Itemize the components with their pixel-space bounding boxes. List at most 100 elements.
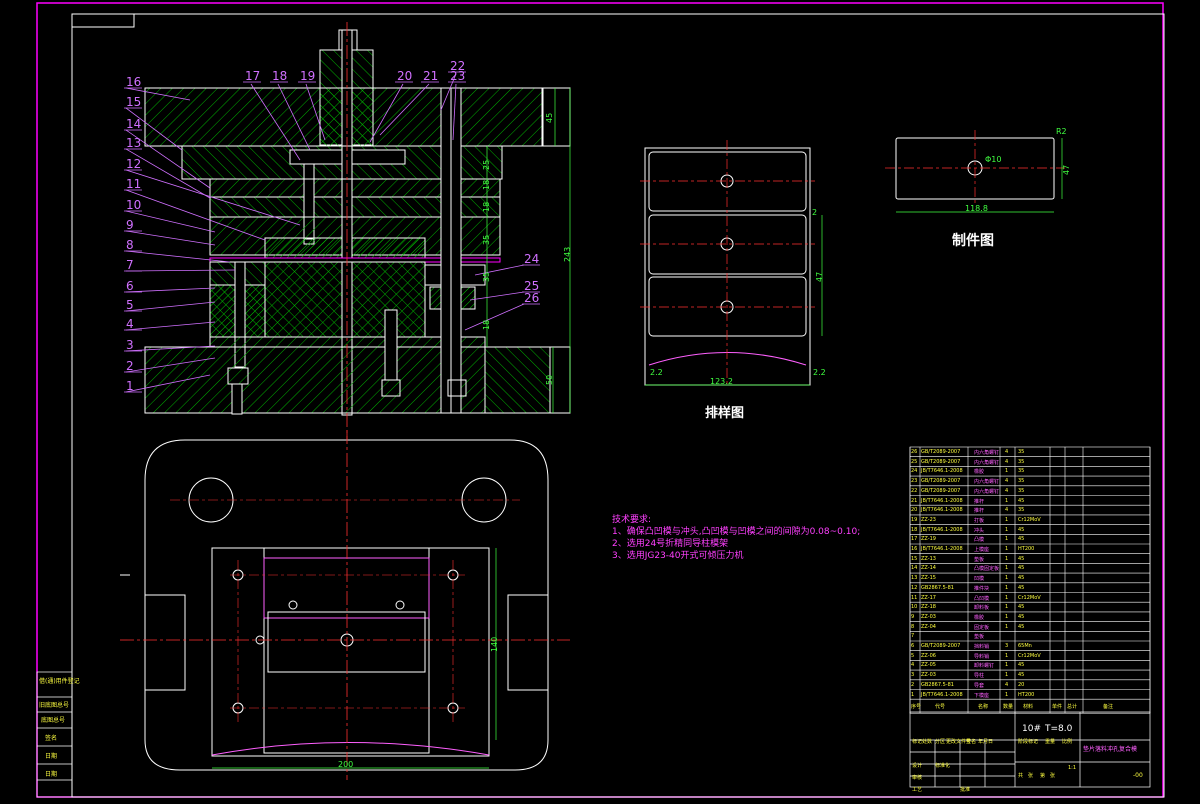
bom-cell: ZZ-03 [921, 672, 936, 679]
bom-cell: 1 [1005, 652, 1009, 659]
bom-cell: 26 [911, 449, 918, 455]
part-dim-hole: Φ10 [985, 155, 1002, 164]
bom-cell: 垫板 [974, 634, 985, 641]
bom-cell: 45 [1018, 672, 1025, 679]
bom-cell: ZZ-18 [921, 604, 936, 611]
part-label-6: 6 [126, 279, 134, 293]
bom-cell: ZZ-23 [921, 516, 936, 523]
bom-cell: HT200 [1018, 546, 1035, 552]
title-field: 阶段标记 [1018, 739, 1039, 745]
bom-cell: 24 [911, 468, 918, 475]
bom-cell: 7 [911, 633, 915, 640]
bom-cell: 14 [911, 565, 918, 572]
bom-cell: ZZ-06 [921, 652, 936, 659]
bom-cell: 卸料螺钉 [974, 663, 995, 670]
bom-cell: 橡胶 [974, 614, 985, 621]
bom-cell: 22 [911, 487, 918, 494]
part-label-16: 16 [126, 75, 142, 89]
bom-header-cell: 名称 [978, 704, 989, 711]
title-field: 张 [1028, 773, 1034, 779]
bom-cell: 垫板 [974, 556, 985, 563]
title-field: 处数 [922, 739, 933, 745]
bom-cell: 1 [1005, 623, 1009, 630]
dim-25: 25 [482, 159, 491, 170]
bom-cell: 推杆 [974, 498, 985, 505]
part-label-12: 12 [126, 157, 142, 171]
part-label-8: 8 [126, 238, 134, 252]
bom-cell: 凹模 [974, 576, 985, 583]
part-label-26: 26 [524, 291, 540, 305]
thickness-label: T=8.0 [1045, 724, 1073, 734]
bom-cell: 35 [1018, 487, 1025, 494]
part-label-9: 9 [126, 218, 134, 232]
bom-cell: 15 [911, 555, 918, 562]
bom-cell: 4 [1005, 478, 1009, 485]
title-field: 工艺 [912, 787, 923, 793]
bom-cell: 45 [1018, 555, 1025, 562]
side-stamp-6: 日期 [45, 771, 58, 778]
layout-dim-2: 2 [812, 208, 818, 217]
bom-cell: 1 [1005, 526, 1009, 533]
side-stamp-1: 借(通)用件登记 [39, 678, 80, 685]
title-field: 共 [1018, 773, 1024, 779]
dim-243: 243 [563, 246, 572, 262]
bom-cell: JB/T7646.1-2008 [921, 497, 963, 504]
bom-cell: 18 [911, 526, 918, 533]
requirement-line-1: 1、确保凸凹模与冲头,凸凹模与凹模之间的间隙为0.08~0.10; [612, 527, 861, 537]
part-dim-height: 47 [1062, 164, 1071, 175]
part-label-17: 17 [245, 69, 261, 83]
part-label-10: 10 [126, 198, 142, 212]
title-field: 第 [1040, 773, 1046, 779]
material-label: 10# [1022, 724, 1041, 734]
title-field: 标准化 [935, 763, 951, 769]
bom-cell: 45 [1018, 613, 1025, 620]
dim-45: 45 [545, 112, 554, 123]
bom-cell: 1 [1005, 575, 1009, 582]
bom-cell: 内六角螺钉 [974, 459, 1000, 466]
scale-value: 1:1 [1068, 765, 1077, 771]
bom-cell: 45 [1018, 623, 1025, 630]
layout-dim-width: 123.2 [710, 377, 733, 386]
bom-cell: 12 [911, 584, 918, 591]
bom-cell: ZZ-05 [921, 662, 936, 669]
bom-cell: 导柱 [974, 673, 985, 680]
bom-header-cell: 材料 [1023, 704, 1034, 711]
bom-header-cell: 总计 [1067, 704, 1078, 711]
title-field: 重量 [1045, 739, 1056, 745]
drawing-sheet: 1 2 3 4 5 6 7 8 9 10 11 12 13 14 15 16 17 18 19 20 21 22 23 24 2… [0, 0, 1200, 800]
bom-cell: ZZ-17 [921, 594, 936, 601]
bom-cell: GB/T2089-2007 [921, 487, 961, 494]
bom-cell: 推杆 [974, 508, 985, 515]
leader-5 [125, 301, 216, 312]
bom-cell: 10 [911, 604, 918, 611]
part-dim-r2: R2 [1056, 127, 1067, 136]
part-drawing-view [885, 130, 1065, 213]
bom-cell: ZZ-14 [921, 565, 936, 572]
bom-cell: 凸凹模 [974, 595, 990, 602]
title-field: 标记 [912, 739, 923, 745]
bom-cell: GB2867.5-81 [921, 681, 954, 688]
bom-cell: 上模座 [974, 547, 990, 553]
title-field: 分区 [935, 739, 946, 745]
bom-cell: 3 [1005, 643, 1009, 649]
side-stamp-2: 旧底图总号 [39, 702, 70, 709]
drawing-number: -00 [1133, 772, 1143, 779]
bom-cell: 1 [1005, 565, 1009, 572]
dim-35b: 35 [482, 271, 491, 282]
bom-cell: 3 [911, 672, 915, 679]
bom-cell: 11 [911, 594, 918, 601]
dim-18c: 18 [482, 319, 491, 330]
part-label-24: 24 [524, 252, 540, 266]
bom-cell: 挡料销 [974, 644, 990, 650]
bom-cell: 35 [1018, 507, 1025, 514]
bom-cell: 橡胶 [974, 469, 985, 476]
dim-35a: 35 [482, 234, 491, 245]
dim-50: 50 [545, 374, 554, 385]
title-field: 签名 [966, 739, 977, 745]
bom-cell: ZZ-04 [921, 623, 936, 630]
part-label-19: 19 [300, 69, 316, 83]
part-dim-width: 118.8 [965, 204, 988, 213]
bom-cell: 1 [1005, 691, 1009, 698]
layout-dim-2-2-right: 2.2 [813, 368, 826, 377]
bom-cell: 1 [1005, 672, 1009, 679]
